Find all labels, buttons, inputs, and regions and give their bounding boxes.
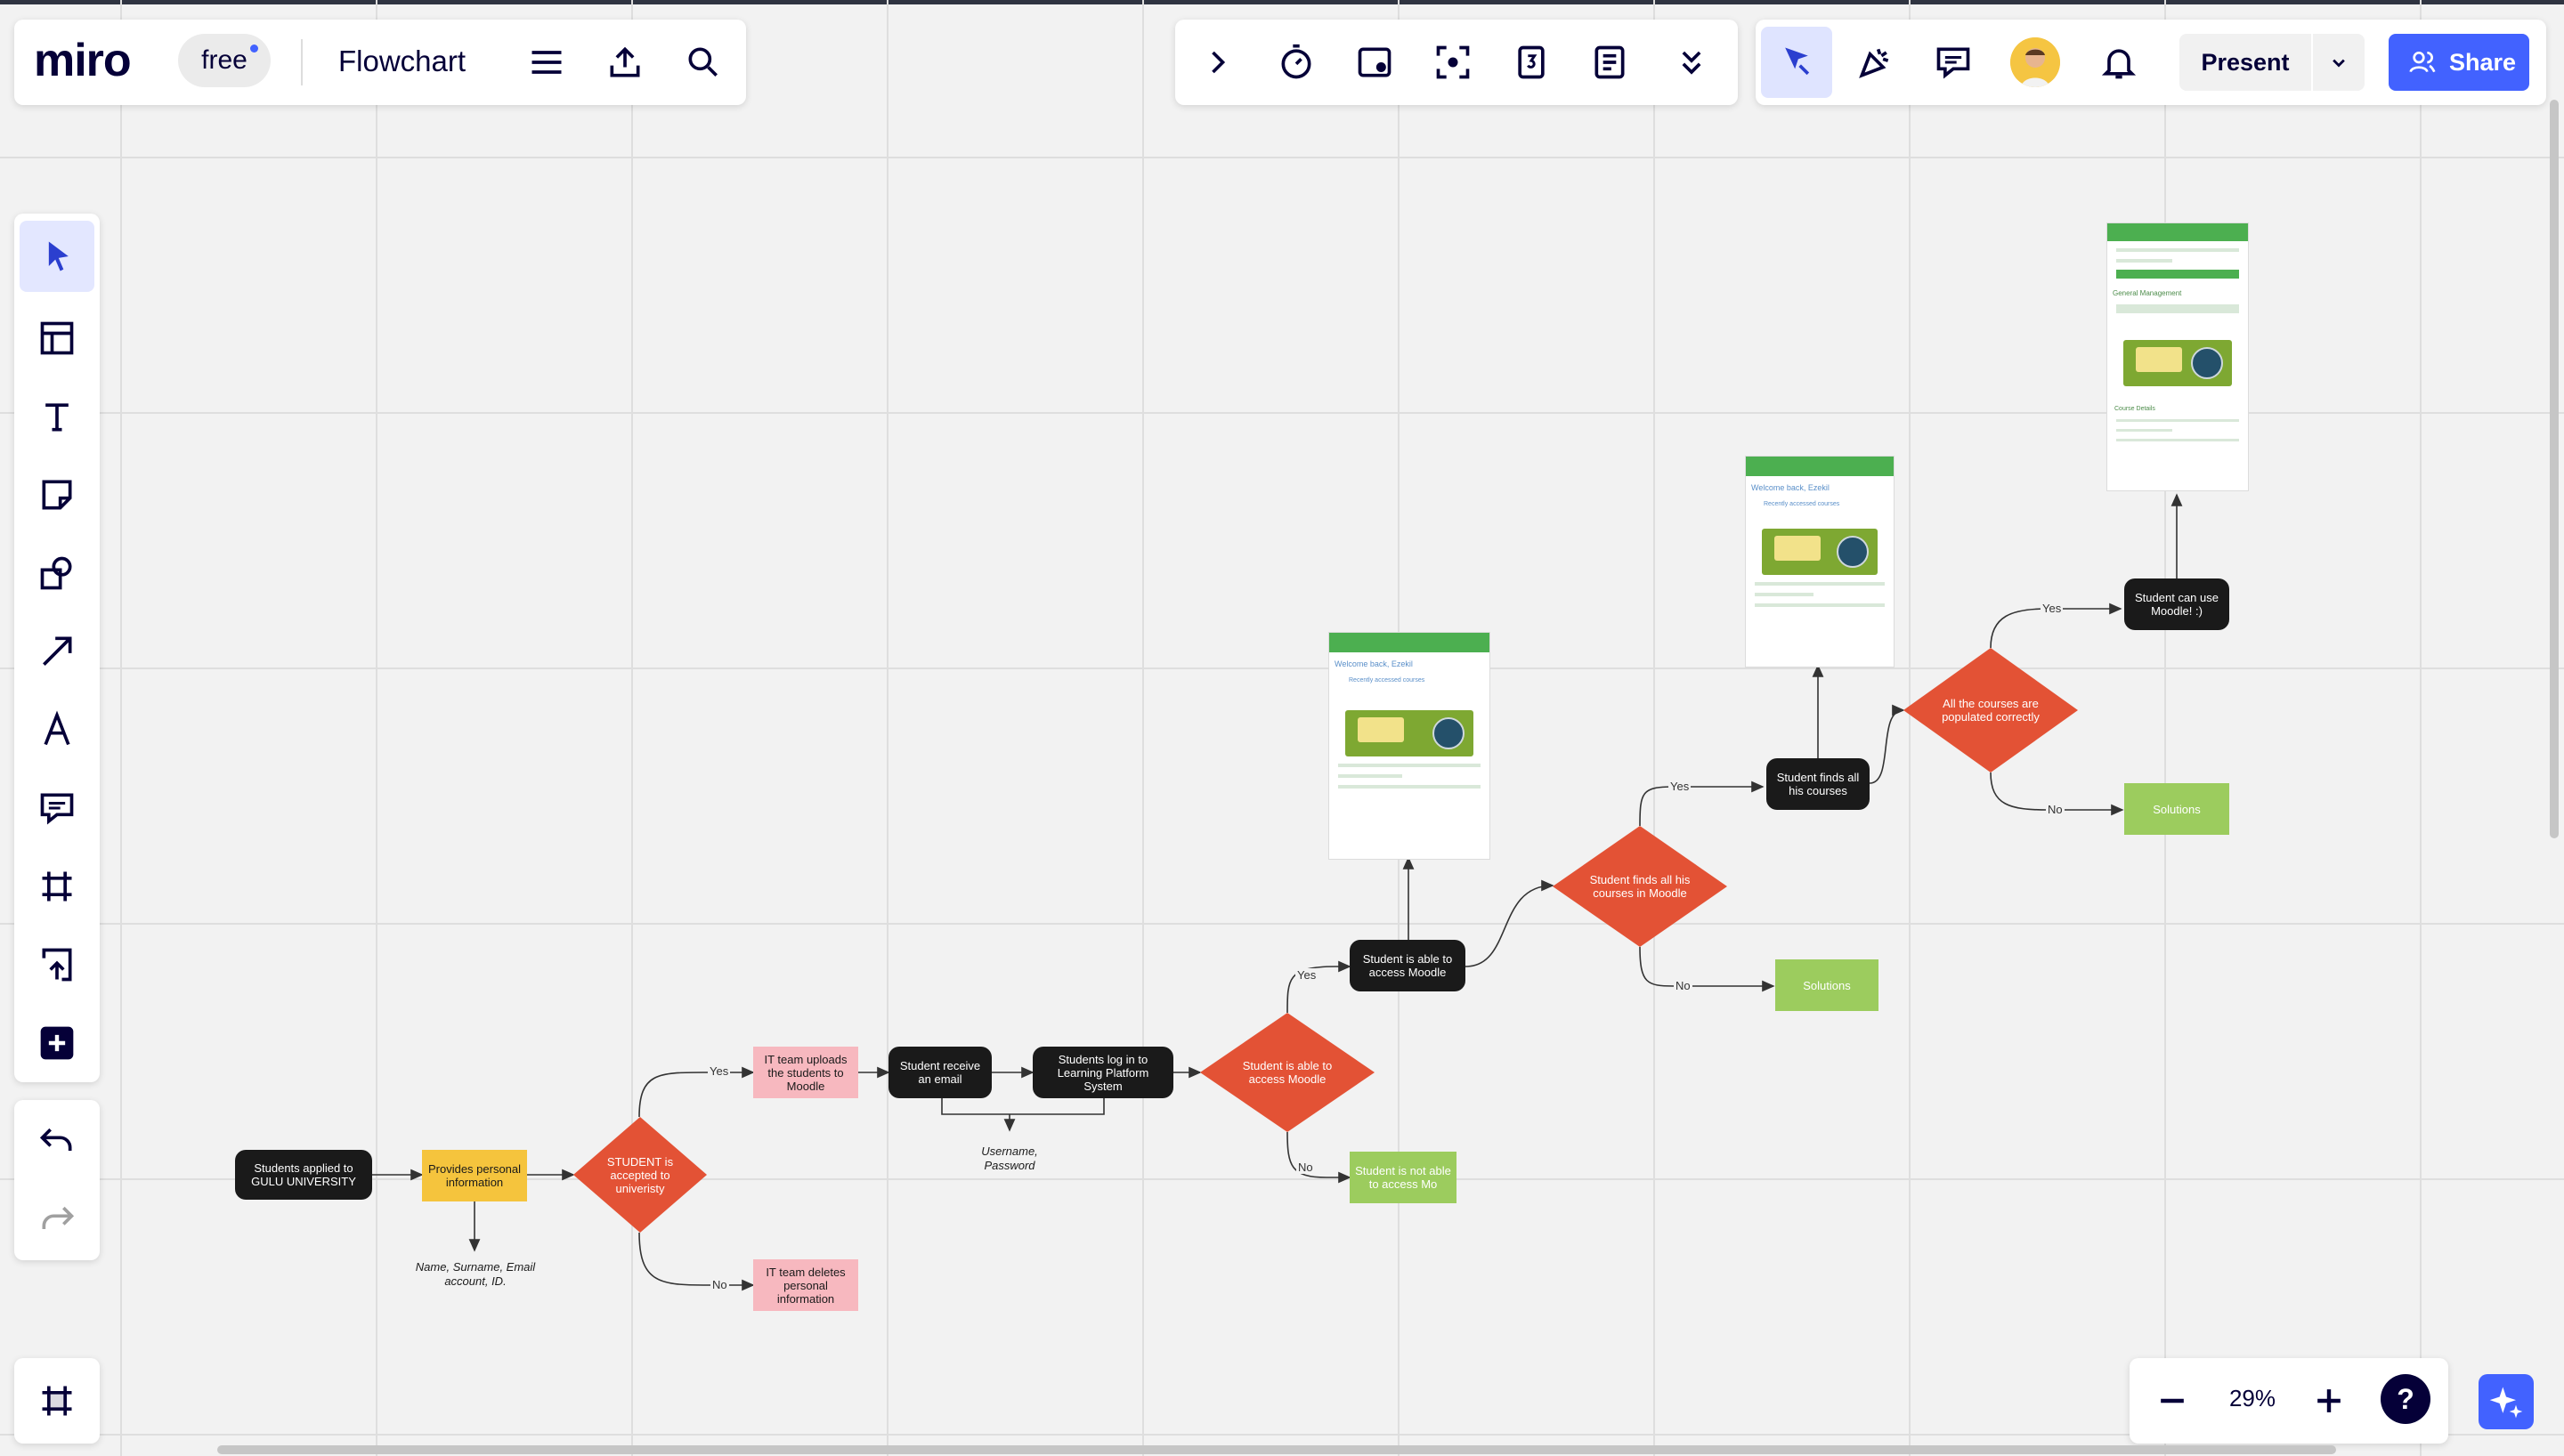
hamburger-menu-icon[interactable] [525, 41, 568, 84]
screenshot-header-bar [2107, 223, 2248, 241]
templates-icon[interactable] [34, 315, 80, 361]
screenshot-greeting: Welcome back, Ezekil [1751, 483, 1830, 492]
node-not-able-access[interactable]: Student is not able to access Mo [1350, 1152, 1456, 1203]
screenshot-section-title: Recently accessed courses [1764, 501, 1840, 507]
help-question-icon: ? [2397, 1382, 2414, 1415]
select-cursor-icon[interactable] [20, 221, 94, 292]
redo-icon[interactable] [34, 1196, 80, 1242]
miro-logo[interactable]: miro [34, 34, 132, 87]
edge-label-yes: Yes [1295, 968, 1319, 982]
decision-finds-courses[interactable]: Student finds all his courses in Moodle [1553, 826, 1727, 947]
focus-frame-icon[interactable] [1432, 41, 1474, 84]
screenshot-section-title: Recently accessed courses [1349, 677, 1425, 684]
screenshot-course-card [1762, 529, 1878, 575]
university-seal-icon [1432, 717, 1465, 749]
shapes-icon[interactable] [34, 550, 80, 596]
decision-access-moodle[interactable]: Student is able to access Moodle [1200, 1013, 1375, 1132]
ai-assist-sparkle-icon[interactable] [2479, 1374, 2534, 1429]
frame-icon[interactable] [34, 863, 80, 910]
frames-list-icon[interactable] [34, 1378, 80, 1424]
add-apps-icon[interactable] [34, 1020, 80, 1066]
note-personal-info-fields[interactable]: Name, Surname, Email account, ID. [413, 1260, 538, 1289]
edge-label-yes: Yes [708, 1064, 731, 1078]
text-tool-icon[interactable] [34, 393, 80, 440]
comment-icon[interactable] [34, 785, 80, 831]
reactions-cursor-icon[interactable] [1761, 27, 1832, 98]
screenshot-course-card [1345, 710, 1473, 756]
vertical-scrollbar[interactable] [2550, 100, 2559, 838]
search-icon[interactable] [682, 41, 725, 84]
node-it-deletes[interactable]: IT team deletes personal information [753, 1259, 858, 1311]
screenshot-course-details: Course Details [2114, 406, 2155, 412]
node-students-applied[interactable]: Students applied to GULU UNIVERSITY [235, 1150, 372, 1200]
node-log-in[interactable]: Students log in to Learning Platform Sys… [1033, 1047, 1173, 1098]
node-able-access[interactable]: Student is able to access Moodle [1350, 940, 1465, 991]
embedded-screenshot-dashboard[interactable]: Welcome back, Ezekil Recently accessed c… [1328, 632, 1490, 860]
connection-line-icon[interactable] [34, 628, 80, 675]
upload-icon[interactable] [34, 942, 80, 988]
celebrate-icon[interactable] [1854, 41, 1896, 84]
zoom-out-icon[interactable] [2149, 1378, 2195, 1424]
edge-label-yes: Yes [1668, 780, 1692, 793]
node-receive-email[interactable]: Student receive an email [888, 1047, 992, 1098]
edge-label-no: No [2046, 803, 2065, 816]
export-upload-icon[interactable] [604, 41, 646, 84]
node-provides-info[interactable]: Provides personal information [422, 1150, 527, 1201]
share-button[interactable]: Share [2389, 34, 2529, 91]
divider [301, 39, 303, 85]
screenshot-course-title: General Management [2113, 289, 2182, 297]
undo-icon[interactable] [34, 1118, 80, 1164]
university-seal-icon [1837, 536, 1869, 568]
users-icon [2409, 52, 2436, 73]
chevron-right-icon[interactable] [1197, 41, 1239, 84]
node-finds-all-courses[interactable]: Student finds all his courses [1766, 758, 1870, 810]
decision-student-accepted[interactable]: STUDENT is accepted to univeristy [573, 1117, 707, 1233]
screenshot-course-card [2123, 340, 2232, 386]
screenshot-header-bar [1329, 633, 1489, 652]
zoom-level[interactable]: 29% [2208, 1385, 2297, 1412]
board-canvas-grid[interactable] [0, 0, 2564, 1456]
node-can-use-moodle[interactable]: Student can use Moodle! :) [2124, 578, 2229, 630]
node-solutions-2[interactable]: Solutions [2124, 783, 2229, 835]
edge-label-no: No [1674, 979, 1692, 992]
comments-icon[interactable] [1932, 41, 1975, 84]
embedded-screenshot-courses[interactable]: Welcome back, Ezekil Recently accessed c… [1745, 456, 1895, 667]
board-title[interactable]: Flowchart [338, 44, 466, 78]
sticky-note-icon[interactable] [34, 472, 80, 518]
present-options-button[interactable] [2313, 34, 2365, 91]
edge-label-no: No [710, 1278, 729, 1291]
help-button[interactable]: ? [2381, 1374, 2430, 1424]
zoom-in-icon[interactable] [2306, 1378, 2352, 1424]
node-it-uploads[interactable]: IT team uploads the students to Moodle [753, 1047, 858, 1098]
notification-dot [250, 44, 258, 53]
card-note-icon[interactable] [1353, 41, 1396, 84]
timer-icon[interactable] [1275, 41, 1318, 84]
user-avatar[interactable] [2010, 37, 2060, 87]
pen-icon[interactable] [34, 707, 80, 753]
screenshot-greeting: Welcome back, Ezekil [1335, 659, 1413, 668]
vote-counter-icon[interactable] [1510, 41, 1553, 84]
plan-badge[interactable]: free [178, 34, 271, 87]
university-seal-icon [2191, 347, 2223, 379]
chevron-down-icon [2333, 59, 2345, 68]
node-solutions-1[interactable]: Solutions [1775, 959, 1878, 1011]
decision-courses-populated[interactable]: All the courses are populated correctly [1903, 648, 2078, 772]
present-button[interactable]: Present [2179, 34, 2311, 91]
notes-list-icon[interactable] [1588, 41, 1631, 84]
embedded-screenshot-course-page[interactable]: General Management Course Details [2106, 222, 2249, 491]
edge-label-yes: Yes [2041, 602, 2064, 615]
screenshot-header-bar [1746, 457, 1894, 476]
note-credentials[interactable]: Username, Password [956, 1145, 1063, 1173]
double-chevron-down-icon[interactable] [1670, 41, 1713, 84]
notifications-bell-icon[interactable] [2097, 41, 2140, 84]
edge-label-no: No [1296, 1161, 1315, 1174]
horizontal-scrollbar[interactable] [217, 1445, 2336, 1454]
